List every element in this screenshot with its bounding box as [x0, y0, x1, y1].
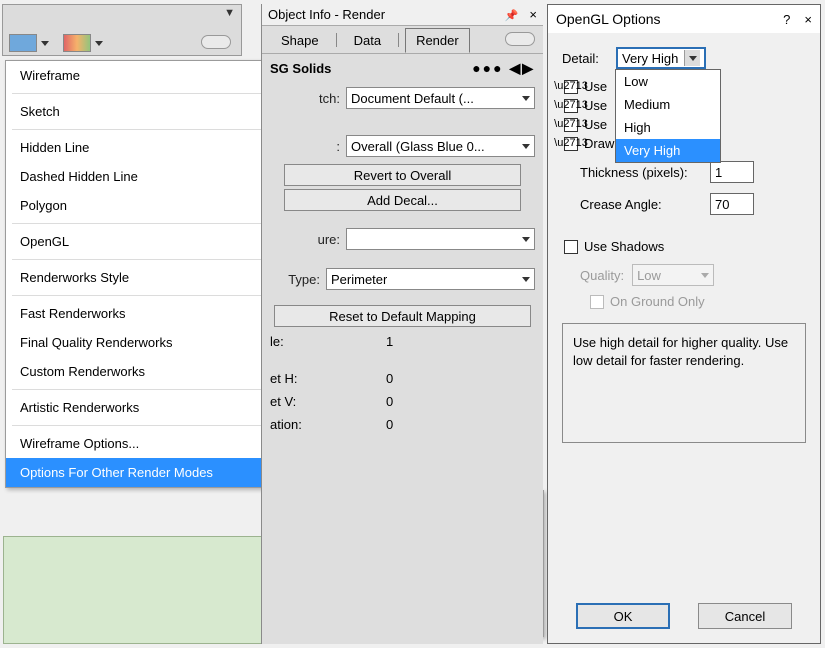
chevron-down-icon[interactable]	[41, 41, 49, 46]
sketch-combo[interactable]: Document Default (...	[346, 87, 535, 109]
chevron-down-icon	[701, 273, 709, 278]
menu-item[interactable]: Hidden Line	[6, 133, 288, 162]
chevron-down-icon[interactable]	[95, 41, 103, 46]
on-ground-checkbox	[590, 295, 604, 309]
check-label: Use	[584, 98, 607, 113]
tab-shape[interactable]: Shape	[270, 28, 330, 53]
rotation-value: 0	[386, 417, 393, 432]
crease-angle-input[interactable]: 70	[710, 193, 754, 215]
dialog-title: OpenGL Options	[556, 11, 661, 27]
detail-option[interactable]: High	[616, 116, 720, 139]
render-mode-context-menu: Wireframe Sketch Hidden LineDashed Hidden …	[5, 60, 289, 488]
hint-text: Use high detail for higher quality. Use …	[562, 323, 806, 443]
pin-icon[interactable]: 📌	[505, 10, 519, 22]
menu-item[interactable]: Sketch	[6, 97, 288, 126]
render-chip-icon[interactable]	[9, 34, 37, 52]
menu-item[interactable]: Artistic Renderworks	[6, 393, 288, 422]
color-chip-icon[interactable]	[63, 34, 91, 52]
thickness-label: Thickness (pixels):	[580, 165, 710, 180]
map-type-label: Type:	[270, 272, 320, 287]
chevron-down-icon	[522, 96, 530, 101]
checkbox-icon[interactable]: \u2713	[564, 99, 578, 113]
menu-item[interactable]: Fast Renderworks	[6, 299, 288, 328]
tab-data[interactable]: Data	[343, 28, 392, 53]
add-decal-button[interactable]: Add Decal...	[284, 189, 521, 211]
scale-label: le:	[270, 334, 374, 349]
texture-combo[interactable]: Overall (Glass Blue 0...	[346, 135, 535, 157]
offset-h-value: 0	[386, 371, 393, 386]
menu-item[interactable]: Custom Renderworks	[6, 357, 288, 386]
chevron-down-icon	[684, 50, 700, 66]
panel-tabs: Shape Data Render	[262, 26, 543, 54]
close-icon[interactable]: ×	[529, 7, 537, 22]
ok-button[interactable]: OK	[576, 603, 670, 629]
menu-item[interactable]: Options For Other Render Modes	[6, 458, 288, 487]
detail-dropdown[interactable]: Very High	[616, 47, 706, 69]
revert-to-overall-button[interactable]: Revert to Overall	[284, 164, 521, 186]
menu-item[interactable]: OpenGL	[6, 227, 288, 256]
canvas-area	[3, 536, 263, 644]
scale-value: 1	[386, 334, 393, 349]
menu-item[interactable]: Wireframe	[6, 61, 288, 90]
check-label: Draw	[584, 136, 614, 151]
thickness-input[interactable]: 1	[710, 161, 754, 183]
chevron-down-icon	[522, 144, 530, 149]
help-icon[interactable]: ?	[783, 12, 790, 27]
crease-angle-label: Crease Angle:	[580, 197, 710, 212]
use-shadows-label: Use Shadows	[584, 239, 664, 254]
quality-label: Quality:	[580, 268, 624, 283]
toolbar-strip: ▼	[2, 4, 242, 56]
tab-render[interactable]: Render	[405, 28, 470, 53]
offset-h-label: et H:	[270, 371, 374, 386]
chevron-down-icon	[522, 237, 530, 242]
object-type-heading: SG Solids	[270, 61, 331, 76]
panel-pill-icon[interactable]	[505, 32, 535, 46]
offset-v-label: et V:	[270, 394, 374, 409]
toolbar-pill-icon[interactable]	[201, 35, 231, 49]
offset-v-value: 0	[386, 394, 393, 409]
panel-title: Object Info - Render	[268, 7, 385, 22]
sketch-label: tch:	[270, 91, 340, 106]
menu-item[interactable]: Dashed Hidden Line	[6, 162, 288, 191]
chevron-down-icon	[522, 277, 530, 282]
detail-option[interactable]: Very High	[616, 139, 720, 162]
checkbox-icon[interactable]: \u2713	[564, 118, 578, 132]
menu-item[interactable]: Wireframe Options...	[6, 429, 288, 458]
reset-mapping-button[interactable]: Reset to Default Mapping	[274, 305, 531, 327]
detail-option[interactable]: Medium	[616, 93, 720, 116]
close-icon[interactable]: ×	[804, 12, 812, 27]
use-shadows-checkbox[interactable]	[564, 240, 578, 254]
texture-label: :	[270, 139, 340, 154]
cancel-button[interactable]: Cancel	[698, 603, 792, 629]
menu-item[interactable]: Renderworks Style	[6, 263, 288, 292]
nav-dots-icon[interactable]: ●●● ◀▶	[472, 60, 535, 77]
rotation-label: ation:	[270, 417, 374, 432]
detail-dropdown-list: LowMediumHighVery High	[615, 69, 721, 163]
toolbar-dropdown-caret[interactable]: ▼	[224, 7, 235, 19]
texture2-combo[interactable]	[346, 228, 535, 250]
texture2-label: ure:	[270, 232, 340, 247]
object-info-panel: Object Info - Render 📌 × Shape Data Rend…	[261, 4, 543, 644]
quality-combo: Low	[632, 264, 714, 286]
detail-label: Detail:	[562, 51, 616, 66]
checkbox-icon[interactable]: \u2713	[564, 80, 578, 94]
menu-item[interactable]: Polygon	[6, 191, 288, 220]
detail-option[interactable]: Low	[616, 70, 720, 93]
opengl-options-dialog: OpenGL Options ? × Detail: Very High Low…	[547, 4, 821, 644]
map-type-combo[interactable]: Perimeter	[326, 268, 535, 290]
check-label: Use	[584, 79, 607, 94]
on-ground-label: On Ground Only	[610, 294, 705, 309]
checkbox-icon[interactable]: \u2713	[564, 137, 578, 151]
menu-item[interactable]: Final Quality Renderworks	[6, 328, 288, 357]
check-label: Use	[584, 117, 607, 132]
